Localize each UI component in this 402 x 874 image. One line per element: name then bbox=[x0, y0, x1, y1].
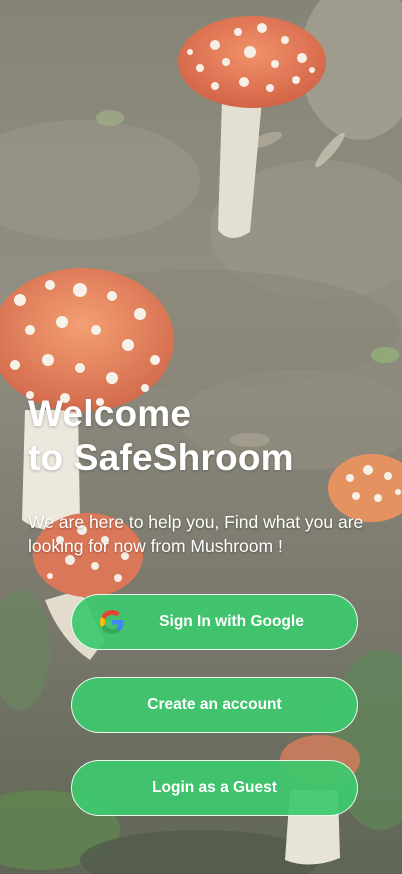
google-sign-in-label: Sign In with Google bbox=[159, 613, 304, 630]
welcome-title: Welcome to SafeShroom bbox=[28, 392, 294, 480]
welcome-subtitle: We are here to help you, Find what you a… bbox=[28, 512, 364, 556]
guest-login-label: Login as a Guest bbox=[152, 779, 277, 796]
welcome-title-line1: Welcome bbox=[28, 393, 192, 434]
guest-login-button[interactable]: Login as a Guest bbox=[71, 760, 358, 816]
google-icon bbox=[100, 610, 124, 634]
create-account-label: Create an account bbox=[147, 696, 282, 713]
welcome-screen: Welcome to SafeShroom We are here to hel… bbox=[0, 0, 402, 874]
welcome-title-line2: to SafeShroom bbox=[28, 437, 294, 478]
google-sign-in-button[interactable]: Sign In with Google bbox=[71, 594, 358, 650]
create-account-button[interactable]: Create an account bbox=[71, 677, 358, 733]
